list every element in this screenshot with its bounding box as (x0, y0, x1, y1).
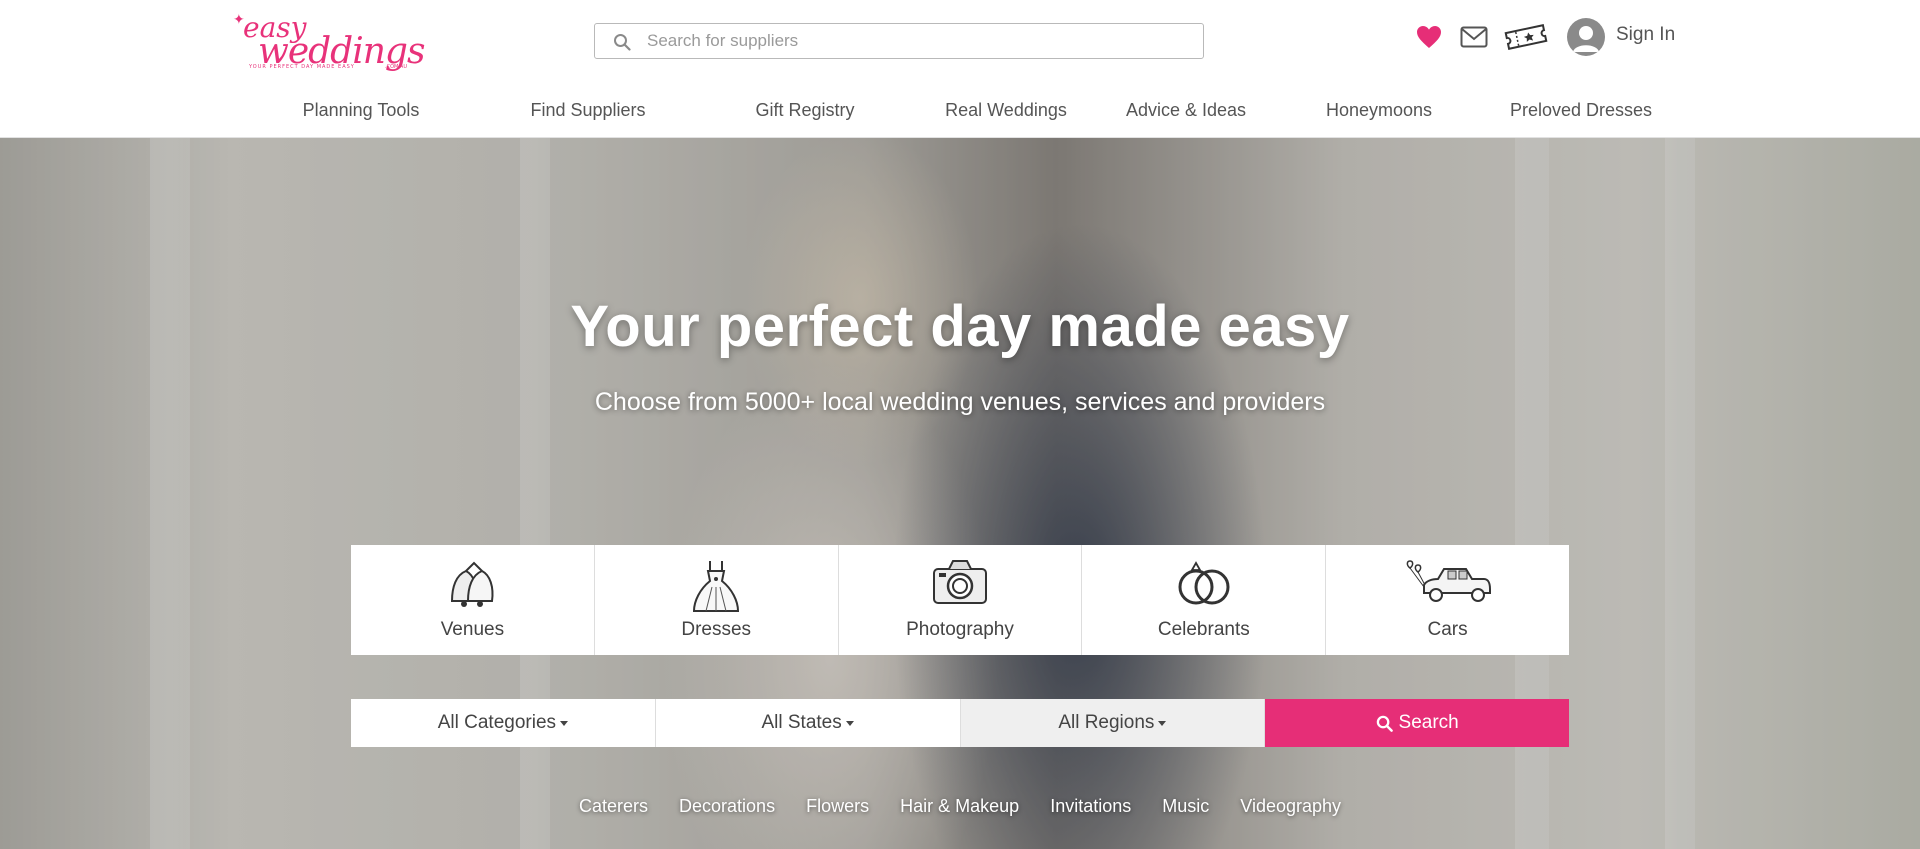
supplier-search (594, 23, 1204, 59)
nav-gift-registry[interactable]: Gift Registry (755, 100, 854, 121)
state-dropdown[interactable]: All States (655, 699, 961, 747)
main-nav: Planning Tools Find Suppliers Gift Regis… (0, 100, 1920, 126)
search-icon (614, 34, 631, 51)
heart-icon[interactable] (1414, 22, 1444, 52)
quick-link-flowers[interactable]: Flowers (806, 796, 869, 817)
hero-title: Your perfect day made easy (570, 294, 1350, 359)
easy-weddings-logo[interactable]: ✦ easy weddings YOUR PERFECT DAY MADE EA… (233, 12, 425, 74)
avatar-icon[interactable] (1567, 18, 1605, 56)
nav-preloved-dresses[interactable]: Preloved Dresses (1510, 100, 1652, 121)
logo-tagline: YOUR PERFECT DAY MADE EASY (249, 64, 355, 70)
category-venues[interactable]: Venues (351, 545, 595, 655)
rings-icon (1178, 561, 1230, 605)
supplier-search-input[interactable] (647, 24, 1187, 58)
quick-links: Caterers Decorations Flowers Hair & Make… (0, 796, 1920, 817)
category-label: Celebrants (1157, 619, 1250, 640)
caret-down-icon (560, 720, 569, 726)
nav-find-suppliers[interactable]: Find Suppliers (530, 100, 645, 121)
nav-advice-ideas[interactable]: Advice & Ideas (1126, 100, 1246, 121)
region-dropdown-value: All Regions (1058, 712, 1155, 733)
search-icon (1376, 715, 1393, 732)
ticket-icon[interactable] (1503, 22, 1549, 52)
category-dresses[interactable]: Dresses (595, 545, 839, 655)
search-filters: All Categories All States All Regions Se… (351, 699, 1569, 747)
quick-link-videography[interactable]: Videography (1240, 796, 1341, 817)
category-label: Venues (440, 619, 505, 640)
category-tiles: Venues Dresses Photography Celebrants Ca… (351, 545, 1569, 655)
quick-link-invitations[interactable]: Invitations (1050, 796, 1131, 817)
category-cars[interactable]: Cars (1326, 545, 1569, 655)
state-dropdown-value: All States (761, 712, 842, 733)
search-button[interactable]: Search (1265, 699, 1569, 747)
nav-honeymoons[interactable]: Honeymoons (1326, 100, 1432, 121)
category-dropdown-value: All Categories (437, 712, 557, 733)
bells-icon (451, 561, 494, 607)
nav-planning-tools[interactable]: Planning Tools (303, 100, 420, 121)
site-header: ✦ easy weddings YOUR PERFECT DAY MADE EA… (0, 0, 1920, 138)
category-dropdown[interactable]: All Categories (351, 699, 656, 747)
sign-in-link[interactable]: Sign In (1616, 24, 1675, 46)
category-label: Photography (906, 619, 1014, 640)
quick-link-hair-makeup[interactable]: Hair & Makeup (900, 796, 1019, 817)
hero-subtitle: Choose from 5000+ local wedding venues, … (594, 388, 1326, 416)
mail-icon[interactable] (1458, 22, 1490, 52)
logo-domain: .COM.AU (385, 64, 407, 70)
caret-down-icon (845, 720, 854, 726)
quick-link-decorations[interactable]: Decorations (679, 796, 775, 817)
hero-section: Your perfect day made easy Choose from 5… (0, 138, 1920, 849)
quick-link-music[interactable]: Music (1162, 796, 1209, 817)
category-label: Dresses (681, 619, 752, 640)
category-celebrants[interactable]: Celebrants (1082, 545, 1327, 655)
nav-real-weddings[interactable]: Real Weddings (945, 100, 1067, 121)
dress-icon (693, 561, 740, 612)
region-dropdown[interactable]: All Regions (960, 699, 1266, 747)
search-button-label: Search (1398, 712, 1459, 733)
quick-link-caterers[interactable]: Caterers (579, 796, 648, 817)
category-label: Cars (1427, 619, 1468, 640)
camera-icon (932, 560, 987, 604)
car-icon (1406, 560, 1491, 602)
caret-down-icon (1158, 720, 1167, 726)
category-photography[interactable]: Photography (839, 545, 1083, 655)
